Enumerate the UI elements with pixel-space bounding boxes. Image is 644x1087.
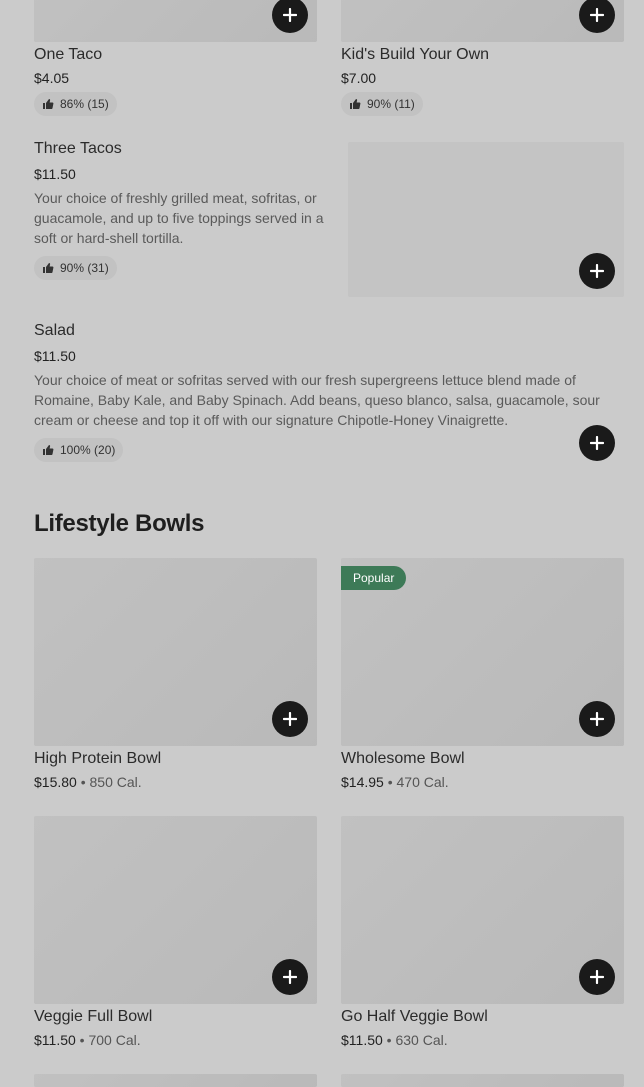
one-taco-price: $4.05 xyxy=(34,70,70,86)
high-protein-bowl-title[interactable]: High Protein Bowl xyxy=(34,750,161,768)
thumbs-up-icon xyxy=(350,99,361,109)
thumbs-up-icon xyxy=(43,445,54,455)
thumbs-up-icon xyxy=(43,99,54,109)
plus-icon xyxy=(590,8,604,22)
price: $11.50 xyxy=(34,1032,76,1048)
go-half-veggie-bowl-price-line: $11.50 • 630 Cal. xyxy=(341,1032,448,1048)
three-tacos-rating: 90% (31) xyxy=(34,256,117,280)
rating-text: 86% (15) xyxy=(60,97,109,111)
kids-build-rating: 90% (11) xyxy=(341,92,423,116)
kids-build-title[interactable]: Kid's Build Your Own xyxy=(341,46,489,64)
go-half-veggie-bowl-title[interactable]: Go Half Veggie Bowl xyxy=(341,1008,488,1026)
next-bowl-image[interactable] xyxy=(34,1074,317,1087)
calories: 470 Cal. xyxy=(396,774,449,790)
plus-icon xyxy=(590,264,604,278)
plus-icon xyxy=(283,8,297,22)
three-tacos-add-button[interactable] xyxy=(579,253,615,289)
salad-price: $11.50 xyxy=(34,348,76,364)
lifestyle-bowls-heading: Lifestyle Bowls xyxy=(34,510,205,537)
veggie-full-bowl-title[interactable]: Veggie Full Bowl xyxy=(34,1008,152,1026)
popular-badge: Popular xyxy=(341,566,407,590)
three-tacos-description: Your choice of freshly grilled meat, sof… xyxy=(34,190,324,246)
plus-icon xyxy=(590,970,604,984)
kids-build-price: $7.00 xyxy=(341,70,377,86)
veggie-full-bowl-add-button[interactable] xyxy=(272,959,308,995)
calories: 850 Cal. xyxy=(89,774,142,790)
rating-text: 90% (11) xyxy=(367,97,415,111)
plus-icon xyxy=(590,436,604,450)
veggie-full-bowl-price-line: $11.50 • 700 Cal. xyxy=(34,1032,141,1048)
one-taco-rating: 86% (15) xyxy=(34,92,117,116)
wholesome-bowl-add-button[interactable] xyxy=(579,701,615,737)
separator: • xyxy=(80,774,86,790)
salad-title[interactable]: Salad xyxy=(34,322,75,340)
price: $15.80 xyxy=(34,774,77,790)
next-bowl-image-right[interactable] xyxy=(341,1074,624,1087)
thumbs-up-icon xyxy=(43,263,54,273)
go-half-veggie-bowl-add-button[interactable] xyxy=(579,959,615,995)
one-taco-title[interactable]: One Taco xyxy=(34,46,102,64)
plus-icon xyxy=(283,712,297,726)
wholesome-bowl-title[interactable]: Wholesome Bowl xyxy=(341,750,465,768)
high-protein-bowl-add-button[interactable] xyxy=(272,701,308,737)
rating-text: 90% (31) xyxy=(60,261,109,275)
separator: • xyxy=(79,1032,85,1048)
salad-add-button[interactable] xyxy=(579,425,615,461)
rating-text: 100% (20) xyxy=(60,443,116,457)
separator: • xyxy=(386,1032,392,1048)
salad-rating: 100% (20) xyxy=(34,438,124,462)
salad-description: Your choice of meat or sofritas served w… xyxy=(34,372,600,428)
plus-icon xyxy=(283,970,297,984)
price: $14.95 xyxy=(341,774,384,790)
price: $11.50 xyxy=(341,1032,383,1048)
plus-icon xyxy=(590,712,604,726)
calories: 700 Cal. xyxy=(88,1032,141,1048)
high-protein-bowl-price-line: $15.80 • 850 Cal. xyxy=(34,774,142,790)
three-tacos-price: $11.50 xyxy=(34,166,76,182)
wholesome-bowl-price-line: $14.95 • 470 Cal. xyxy=(341,774,449,790)
three-tacos-title[interactable]: Three Tacos xyxy=(34,140,122,158)
separator: • xyxy=(387,774,393,790)
calories: 630 Cal. xyxy=(395,1032,448,1048)
